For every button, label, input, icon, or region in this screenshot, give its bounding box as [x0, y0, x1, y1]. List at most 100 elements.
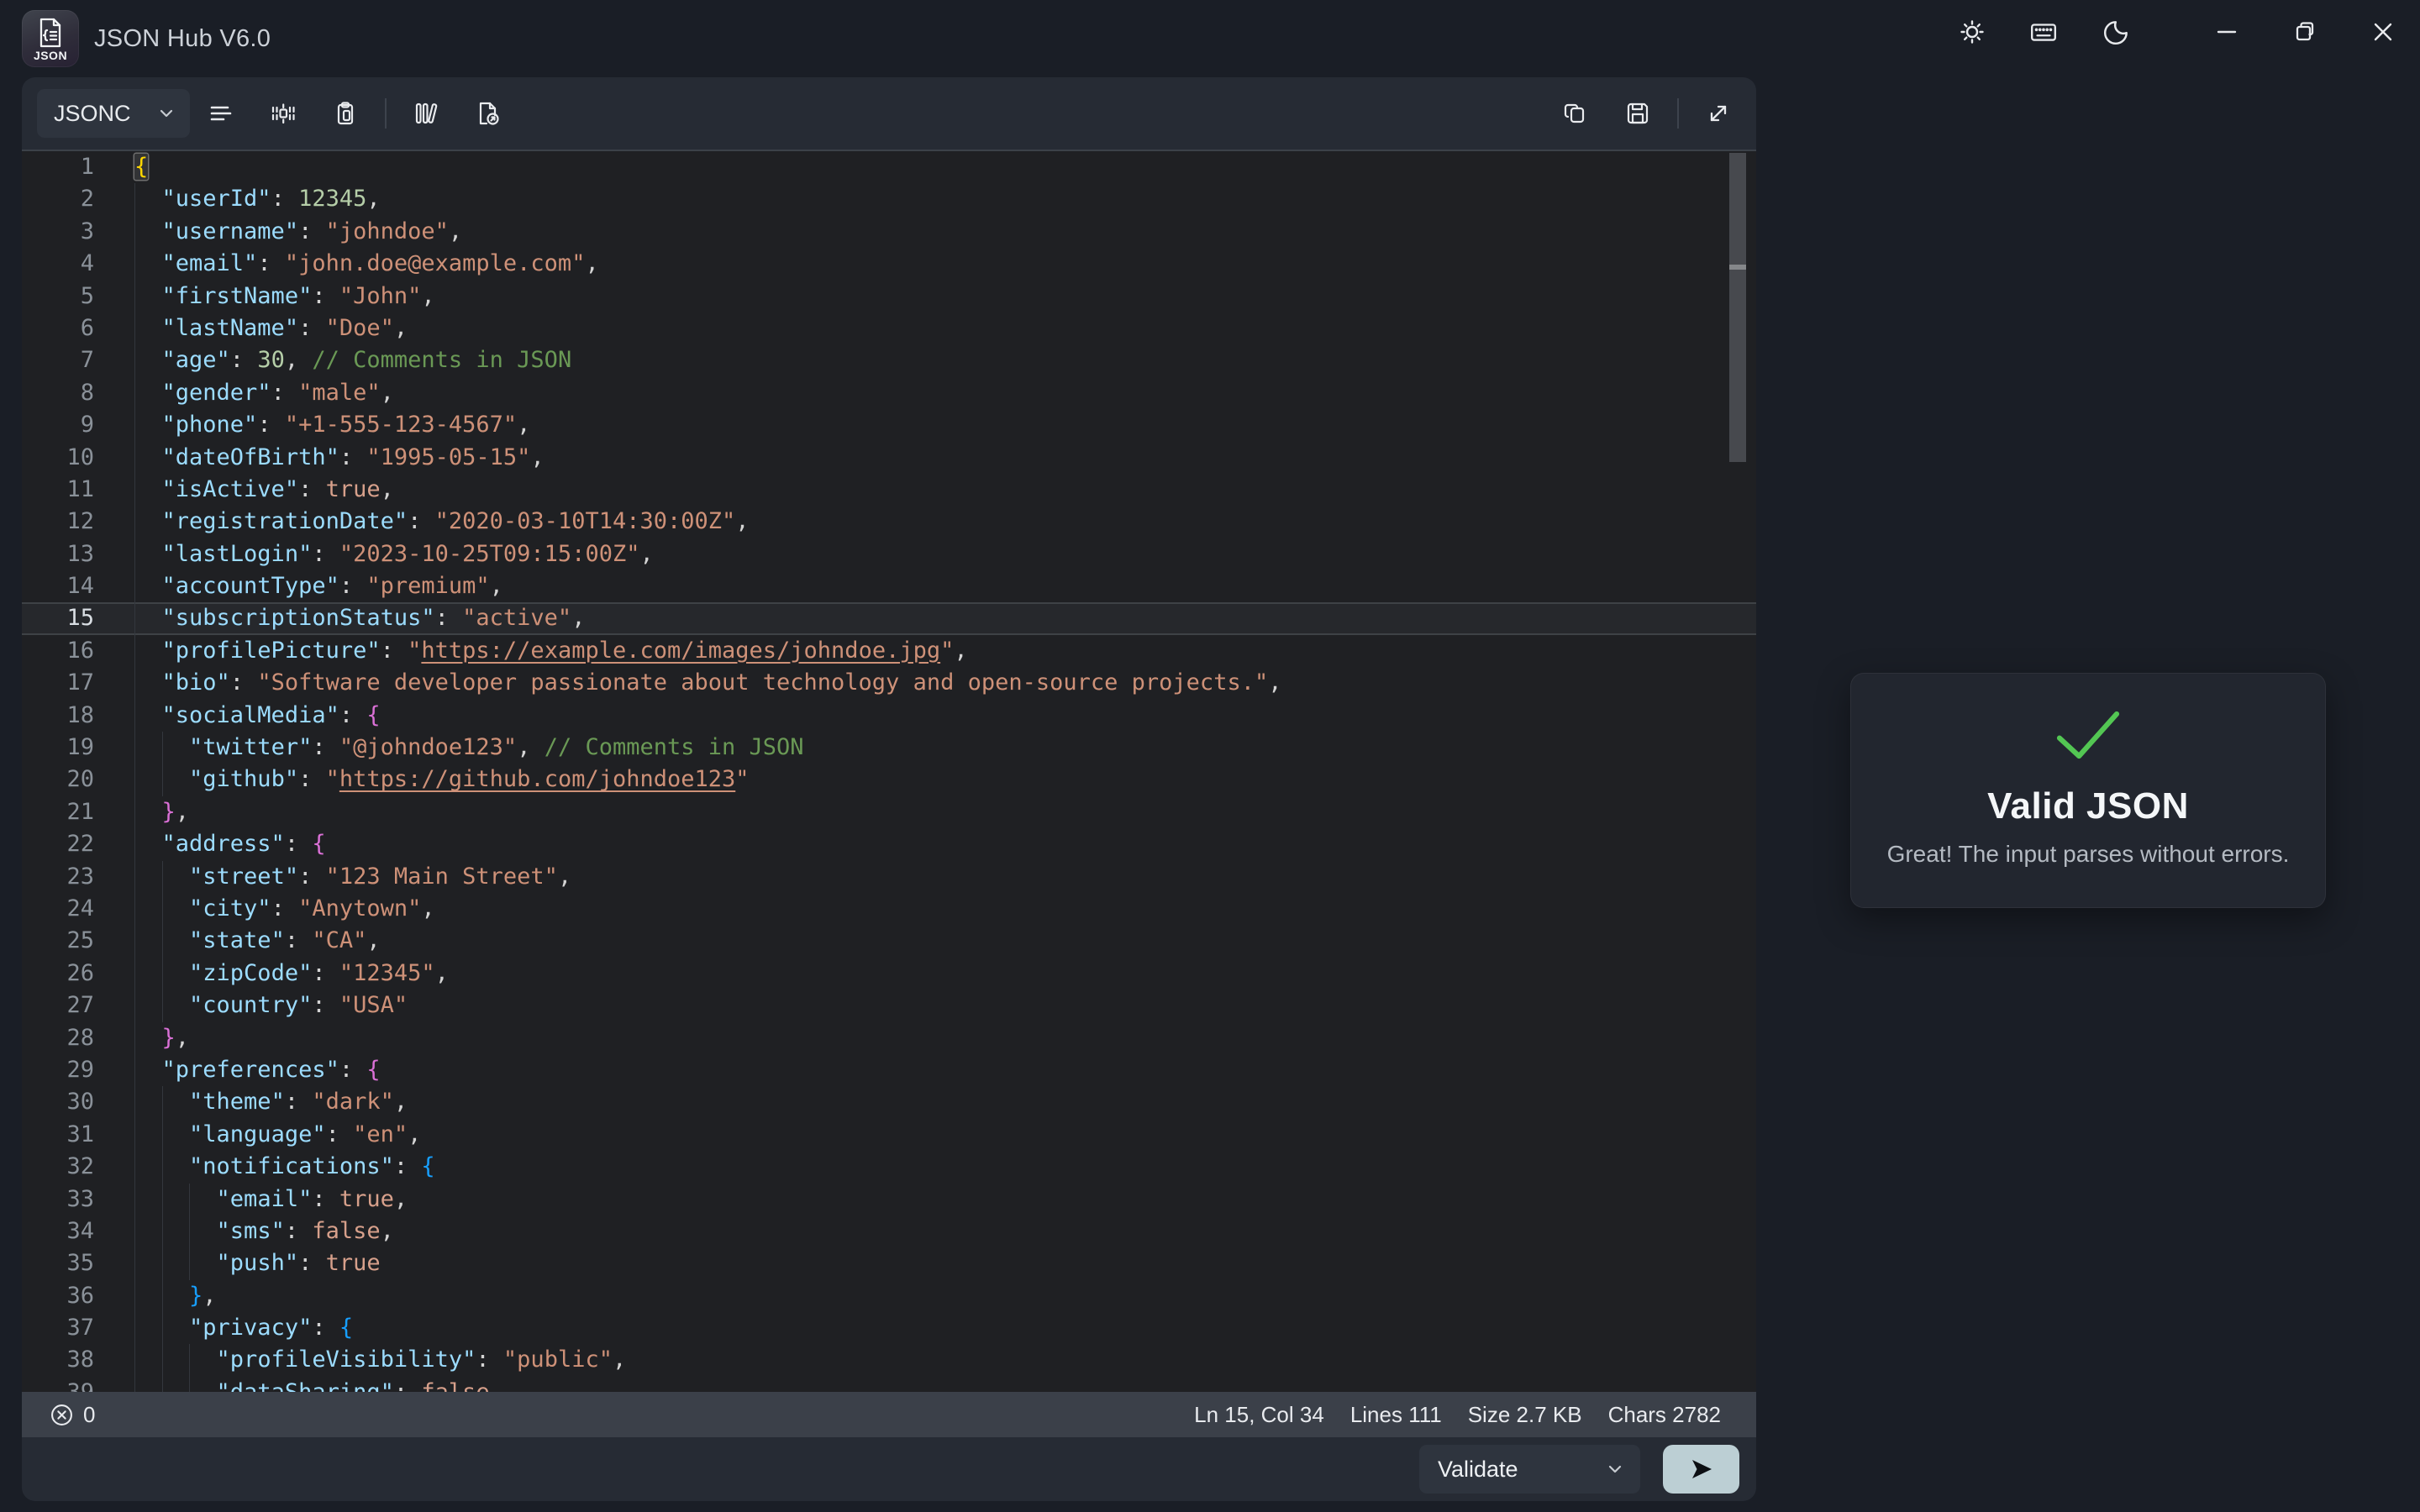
language-selector[interactable]: JSONC	[37, 89, 190, 138]
code-line[interactable]: 6 "lastName": "Doe",	[22, 312, 1756, 344]
copy-button[interactable]	[1553, 91, 1598, 136]
paste-button[interactable]	[323, 91, 368, 136]
line-number[interactable]: 27	[22, 990, 134, 1021]
code-line[interactable]: 27 "country": "USA"	[22, 990, 1756, 1021]
line-number[interactable]: 36	[22, 1280, 134, 1312]
line-number[interactable]: 20	[22, 764, 134, 795]
line-number[interactable]: 3	[22, 216, 134, 248]
code-line[interactable]: 12 "registrationDate": "2020-03-10T14:30…	[22, 506, 1756, 538]
line-number[interactable]: 29	[22, 1054, 134, 1086]
line-number[interactable]: 8	[22, 377, 134, 409]
line-number[interactable]: 13	[22, 538, 134, 570]
scrollbar[interactable]	[1729, 153, 1746, 462]
line-number[interactable]: 37	[22, 1312, 134, 1344]
line-number[interactable]: 12	[22, 506, 134, 538]
line-number[interactable]: 4	[22, 248, 134, 280]
line-number[interactable]: 22	[22, 828, 134, 860]
code-line[interactable]: 7 "age": 30, // Comments in JSON	[22, 344, 1756, 376]
line-number[interactable]: 35	[22, 1247, 134, 1279]
minimize-button[interactable]	[2212, 18, 2241, 46]
line-number[interactable]: 9	[22, 409, 134, 441]
code-line[interactable]: 11 "isActive": true,	[22, 474, 1756, 506]
code-line[interactable]: 18 "socialMedia": {	[22, 700, 1756, 732]
json-document-icon	[37, 18, 64, 48]
code-line[interactable]: 3 "username": "johndoe",	[22, 216, 1756, 248]
line-number[interactable]: 32	[22, 1151, 134, 1183]
line-number[interactable]: 15	[22, 602, 134, 634]
code-line[interactable]: 16 "profilePicture": "https://example.co…	[22, 635, 1756, 667]
line-number[interactable]: 39	[22, 1377, 134, 1392]
line-number[interactable]: 2	[22, 183, 134, 215]
code-line[interactable]: 38 "profileVisibility": "public",	[22, 1344, 1756, 1376]
line-number[interactable]: 1	[22, 151, 134, 183]
code-line-text: "socialMedia": {	[134, 700, 1756, 732]
code-line[interactable]: 37 "privacy": {	[22, 1312, 1756, 1344]
code-line[interactable]: 5 "firstName": "John",	[22, 281, 1756, 312]
code-line[interactable]: 4 "email": "john.doe@example.com",	[22, 248, 1756, 280]
code-line[interactable]: 35 "push": true	[22, 1247, 1756, 1279]
code-line[interactable]: 20 "github": "https://github.com/johndoe…	[22, 764, 1756, 795]
code-line[interactable]: 9 "phone": "+1-555-123-4567",	[22, 409, 1756, 441]
code-line[interactable]: 30 "theme": "dark",	[22, 1086, 1756, 1118]
line-number[interactable]: 11	[22, 474, 134, 506]
code-line[interactable]: 32 "notifications": {	[22, 1151, 1756, 1183]
code-line[interactable]: 28 },	[22, 1022, 1756, 1054]
line-number[interactable]: 26	[22, 958, 134, 990]
code-line[interactable]: 24 "city": "Anytown",	[22, 893, 1756, 925]
line-number[interactable]: 30	[22, 1086, 134, 1118]
code-line[interactable]: 13 "lastLogin": "2023-10-25T09:15:00Z",	[22, 538, 1756, 570]
line-number[interactable]: 17	[22, 667, 134, 699]
line-number[interactable]: 14	[22, 570, 134, 602]
code-line[interactable]: 8 "gender": "male",	[22, 377, 1756, 409]
expand-button[interactable]	[1696, 91, 1741, 136]
code-editor[interactable]: 1{2 "userId": 12345,3 "username": "johnd…	[22, 150, 1756, 1392]
code-line[interactable]: 29 "preferences": {	[22, 1054, 1756, 1086]
line-number[interactable]: 23	[22, 861, 134, 893]
code-line[interactable]: 15 "subscriptionStatus": "active",	[22, 602, 1756, 634]
code-line[interactable]: 22 "address": {	[22, 828, 1756, 860]
line-number[interactable]: 10	[22, 442, 134, 474]
maximize-button[interactable]	[2291, 18, 2319, 46]
code-line[interactable]: 10 "dateOfBirth": "1995-05-15",	[22, 442, 1756, 474]
line-number[interactable]: 6	[22, 312, 134, 344]
line-number[interactable]: 31	[22, 1119, 134, 1151]
app-window: { "window": { "title": "JSON Hub V6.0", …	[0, 0, 2420, 1512]
line-number[interactable]: 28	[22, 1022, 134, 1054]
code-line[interactable]: 33 "email": true,	[22, 1184, 1756, 1215]
line-number[interactable]: 7	[22, 344, 134, 376]
close-button[interactable]	[2369, 18, 2397, 46]
code-line[interactable]: 19 "twitter": "@johndoe123", // Comments…	[22, 732, 1756, 764]
line-number[interactable]: 5	[22, 281, 134, 312]
line-number[interactable]: 38	[22, 1344, 134, 1376]
code-line[interactable]: 2 "userId": 12345,	[22, 183, 1756, 215]
theme-toggle-button[interactable]	[2102, 18, 2131, 46]
code-line[interactable]: 17 "bio": "Software developer passionate…	[22, 667, 1756, 699]
code-line[interactable]: 23 "street": "123 Main Street",	[22, 861, 1756, 893]
code-line[interactable]: 34 "sms": false,	[22, 1215, 1756, 1247]
line-number[interactable]: 33	[22, 1184, 134, 1215]
format-button[interactable]	[198, 91, 244, 136]
code-line[interactable]: 21 },	[22, 796, 1756, 828]
code-line[interactable]: 25 "state": "CA",	[22, 925, 1756, 957]
line-number[interactable]: 34	[22, 1215, 134, 1247]
settings-button[interactable]	[1958, 18, 1986, 46]
code-line[interactable]: 26 "zipCode": "12345",	[22, 958, 1756, 990]
code-line[interactable]: 39 "dataSharing": false	[22, 1377, 1756, 1392]
export-button[interactable]	[466, 91, 511, 136]
action-selector[interactable]: Validate	[1419, 1445, 1640, 1494]
minify-button[interactable]	[260, 91, 306, 136]
line-number[interactable]: 19	[22, 732, 134, 764]
line-number[interactable]: 21	[22, 796, 134, 828]
code-line[interactable]: 31 "language": "en",	[22, 1119, 1756, 1151]
run-button[interactable]	[1663, 1445, 1739, 1494]
line-number[interactable]: 24	[22, 893, 134, 925]
line-number[interactable]: 16	[22, 635, 134, 667]
library-button[interactable]	[403, 91, 449, 136]
line-number[interactable]: 18	[22, 700, 134, 732]
code-line[interactable]: 1{	[22, 151, 1756, 183]
code-line[interactable]: 14 "accountType": "premium",	[22, 570, 1756, 602]
save-button[interactable]	[1615, 91, 1660, 136]
keyboard-button[interactable]	[2029, 18, 2058, 46]
line-number[interactable]: 25	[22, 925, 134, 957]
code-line[interactable]: 36 },	[22, 1280, 1756, 1312]
